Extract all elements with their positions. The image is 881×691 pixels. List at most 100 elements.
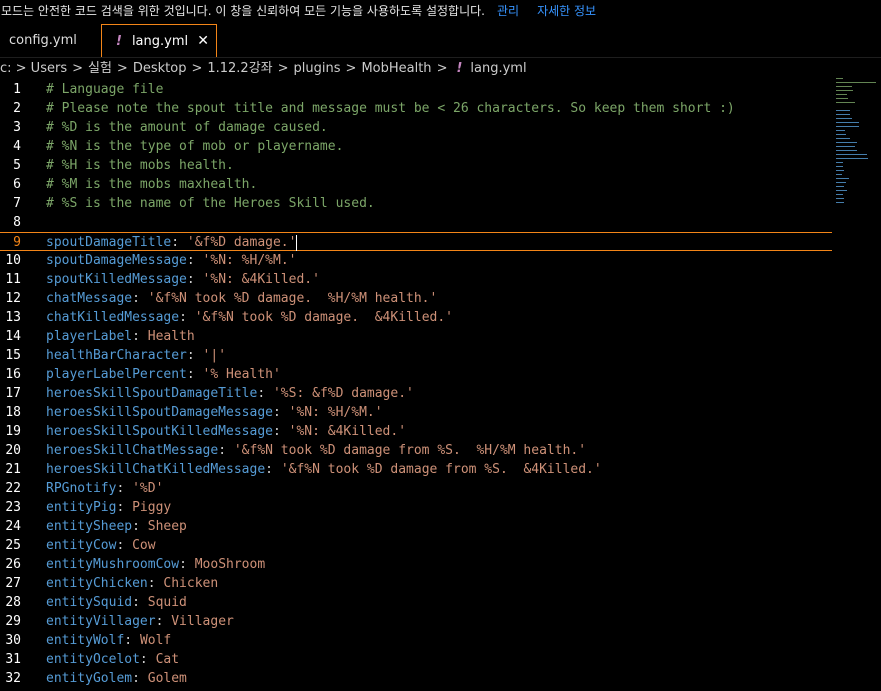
code-line[interactable]: 13 chatKilledMessage: '&f%N took %D damag… [0,308,832,327]
line-content: entityGolem: Golem [46,669,187,688]
code-line[interactable]: 8 [0,213,832,232]
learn-more-link[interactable]: 자세한 정보 [537,4,596,18]
yaml-value: '&f%N took %D damage. %H/%M health.' [147,291,438,306]
breadcrumb-item-folder[interactable]: 1.12.2강좌 [207,61,272,76]
breadcrumb-item-desktop[interactable]: Desktop [133,61,187,76]
tab-lang-yml[interactable]: ! lang.yml ✕ [101,24,217,57]
code-line[interactable]: 21 heroesSkillChatKilledMessage: '&f%N to… [0,460,832,479]
yaml-key: chatMessage [46,291,133,306]
line-number: 20 [5,443,21,458]
breadcrumb-item-file[interactable]: lang.yml [470,61,526,76]
tab-config-yml[interactable]: config.yml [0,24,94,57]
line-number: 14 [5,329,21,344]
code-line[interactable]: 23 entityPig: Piggy [0,498,832,517]
line-content: entityPig: Piggy [46,498,171,517]
minimap-line [836,174,842,175]
line-number: 24 [5,519,21,534]
breadcrumb-item-mobhealth[interactable]: MobHealth [361,61,431,76]
line-content: spoutKilledMessage: '%N: &4Killed.' [46,270,320,289]
code-line[interactable]: 18 heroesSkillSpoutDamageMessage: '%N: %H… [0,403,832,422]
code-line[interactable]: 5 # %H is the mobs health. [0,156,832,175]
yaml-colon: : [186,253,203,268]
code-line[interactable]: 9 spoutDamageTitle: '&f%D damage.' [0,232,832,251]
yaml-colon: : [179,310,195,325]
minimap-line [836,78,843,79]
code-line[interactable]: 11 spoutKilledMessage: '%N: &4Killed.' [0,270,832,289]
line-number: 12 [5,291,21,306]
line-content: entityCow: Cow [46,536,156,555]
yaml-key: entityCow [46,538,117,553]
code-line[interactable]: 2 # Please note the spout title and messa… [0,99,832,118]
breadcrumb-item-plugins[interactable]: plugins [294,61,341,76]
yaml-key: heroesSkillChatKilledMessage [46,462,266,477]
minimap-line [836,110,850,111]
tab-label: config.yml [9,33,77,48]
code-line[interactable]: 31 entityOcelot: Cat [0,650,832,669]
line-content: chatMessage: '&f%N took %D damage. %H/%M… [46,289,437,308]
code-line[interactable]: 32 entityGolem: Golem [0,669,832,688]
code-line[interactable]: 10 spoutDamageMessage: '%N: %H/%M.' [0,251,832,270]
yaml-value: Squid [147,595,187,610]
line-content: # %M is the mobs maxhealth. [46,175,257,194]
yaml-colon: : [147,576,164,591]
code-line[interactable]: 22 RPGnotify: '%D' [0,479,832,498]
chevron-right-icon: > [345,61,357,76]
minimap-line [836,134,846,135]
line-content: heroesSkillSpoutKilledMessage: '%N: &4Ki… [46,422,406,441]
line-content: entityWolf: Wolf [46,631,171,650]
manage-link[interactable]: 관리 [497,4,519,18]
code-line[interactable]: 24 entitySheep: Sheep [0,517,832,536]
code-line[interactable]: 20 heroesSkillChatMessage: '&f%N took %D … [0,441,832,460]
line-content: chatKilledMessage: '&f%N took %D damage.… [46,308,453,327]
line-number: 11 [5,272,21,287]
chevron-right-icon: > [436,61,448,76]
yaml-value: '|' [202,348,227,363]
minimap-line [836,130,845,131]
minimap-line [836,190,847,191]
line-content: heroesSkillChatKilledMessage: '&f%N took… [46,460,602,479]
yaml-colon: : [186,367,203,382]
yaml-comment: # %N is the type of mob or playername. [46,139,344,154]
yaml-key: entityChicken [46,576,148,591]
close-icon[interactable]: ✕ [197,25,209,58]
code-line[interactable]: 14 playerLabel: Health [0,327,832,346]
code-line[interactable]: 4 # %N is the type of mob or playername. [0,137,832,156]
yaml-comment: # %H is the mobs health. [46,158,234,173]
code-line[interactable]: 16 playerLabelPercent: '% Health' [0,365,832,384]
code-line[interactable]: 27 entityChicken: Chicken [0,574,832,593]
code-line[interactable]: 7 # %S is the name of the Heroes Skill us… [0,194,832,213]
yaml-key: entityPig [46,500,117,515]
yaml-colon: : [186,272,203,287]
code-line[interactable]: 29 entityVillager: Villager [0,612,832,631]
code-line[interactable]: 15 healthBarCharacter: '|' [0,346,832,365]
minimap-line [836,182,846,183]
breadcrumb-item-users[interactable]: c: > Users [0,61,67,76]
line-content: heroesSkillSpoutDamageMessage: '%N: %H/%… [46,403,383,422]
breadcrumb-item-folder[interactable]: 실험 [88,61,112,76]
yaml-colon: : [132,595,148,610]
minimap-line [836,158,868,159]
yaml-key: healthBarCharacter [46,348,187,363]
minimap[interactable] [836,78,876,206]
line-number: 2 [13,101,21,116]
minimap-line [836,162,843,163]
code-line[interactable]: 28 entitySquid: Squid [0,593,832,612]
line-number: 31 [5,652,21,667]
code-line[interactable]: 25 entityCow: Cow [0,536,832,555]
code-line[interactable]: 3 # %D is the amount of damage caused. [0,118,832,137]
code-line[interactable]: 26 entityMushroomCow: MooShroom [0,555,832,574]
code-editor[interactable]: 1 # Language file 2 # Please note the spout… [0,80,881,691]
line-number: 28 [5,595,21,610]
minimap-line [836,154,867,155]
yaml-key: heroesSkillSpoutDamageMessage [46,405,273,420]
code-line[interactable]: 17 heroesSkillSpoutDamageTitle: '%S: &f%D… [0,384,832,403]
minimap-line [836,126,859,127]
code-line[interactable]: 1 # Language file [0,80,832,99]
code-line[interactable]: 12 chatMessage: '&f%N took %D damage. %H/… [0,289,832,308]
code-line[interactable]: 19 heroesSkillSpoutKilledMessage: '%N: &4… [0,422,832,441]
yaml-key: heroesSkillChatMessage [46,443,219,458]
code-line[interactable]: 6 # %M is the mobs maxhealth. [0,175,832,194]
minimap-line [836,142,857,143]
yaml-colon: : [186,348,203,363]
code-line[interactable]: 30 entityWolf: Wolf [0,631,832,650]
